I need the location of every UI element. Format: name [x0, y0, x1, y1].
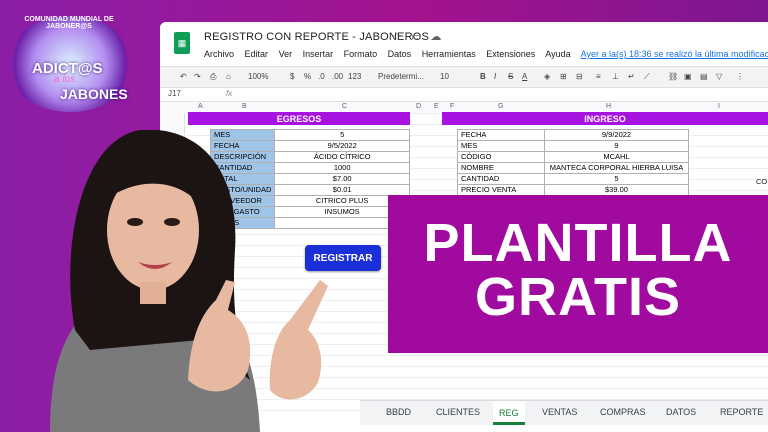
- bold-button[interactable]: B: [480, 72, 486, 81]
- form-row: CANTIDAD 5: [457, 173, 689, 185]
- folder-icon[interactable]: ▭: [411, 31, 421, 43]
- filter-icon[interactable]: ▽: [716, 72, 722, 81]
- column-header[interactable]: D: [416, 103, 421, 110]
- truncated-cell[interactable]: CO: [756, 177, 767, 186]
- column-header[interactable]: A: [198, 103, 203, 110]
- ingreso-header: INGRESO: [442, 112, 768, 125]
- link-icon[interactable]: ⛓: [668, 72, 678, 81]
- currency-button[interactable]: $: [290, 72, 294, 81]
- promo-banner: PLANTILLA GRATIS: [388, 195, 768, 353]
- column-header[interactable]: I: [718, 103, 720, 110]
- cell-reference[interactable]: J17: [168, 89, 181, 98]
- undo-icon[interactable]: ↶: [180, 72, 187, 81]
- percent-button[interactable]: %: [304, 72, 311, 81]
- star-icon[interactable]: ☆: [392, 31, 402, 43]
- zoom-select[interactable]: 100%: [248, 72, 268, 81]
- menu-ayuda[interactable]: Ayuda: [545, 49, 570, 59]
- field-label: FECHA: [457, 129, 545, 141]
- form-row: NOMBRE MANTECA CORPORAL HIERBA LUISA: [457, 162, 689, 174]
- tab-reg[interactable]: REG: [493, 401, 525, 425]
- column-header[interactable]: E: [434, 103, 439, 110]
- toolbar: ↶ ↷ ⎙ ⌂ 100% $ % .0 .00 123 Predetermi..…: [160, 66, 768, 88]
- fx-icon: fx: [226, 89, 233, 98]
- form-row: MES 9: [457, 140, 689, 152]
- formula-bar: J17 fx: [160, 87, 768, 102]
- tab-datos[interactable]: DATOS: [666, 407, 696, 417]
- form-row: CÓDIGO MCAHL: [457, 151, 689, 163]
- menu-bar: Archivo Editar Ver Insertar Formato Dato…: [204, 49, 768, 59]
- more-formats-button[interactable]: 123: [348, 72, 361, 81]
- field-value[interactable]: MCAHL: [544, 151, 689, 163]
- italic-button[interactable]: I: [494, 72, 496, 81]
- tab-bbdd[interactable]: BBDD: [386, 407, 411, 417]
- column-header[interactable]: G: [498, 103, 503, 110]
- menu-archivo[interactable]: Archivo: [204, 49, 234, 59]
- more-icon[interactable]: ⋮: [736, 72, 744, 81]
- sheets-logo-icon[interactable]: ▦: [174, 32, 190, 54]
- field-label: NOMBRE: [457, 162, 545, 174]
- column-header[interactable]: C: [342, 103, 347, 110]
- valign-icon[interactable]: ⊥: [612, 72, 619, 81]
- sheet-tabs: BBDD CLIENTES REG VENTAS COMPRAS DATOS R…: [360, 400, 768, 425]
- paint-format-icon[interactable]: ⌂: [226, 72, 231, 81]
- merge-icon[interactable]: ⊟: [576, 72, 583, 81]
- tab-compras[interactable]: COMPRAS: [600, 407, 646, 417]
- field-label: CÓDIGO: [457, 151, 545, 163]
- column-header[interactable]: F: [450, 103, 454, 110]
- menu-editar[interactable]: Editar: [245, 49, 269, 59]
- promo-line-1: PLANTILLA: [423, 213, 733, 273]
- last-edit-link[interactable]: Ayer a la(s) 18:36 se realizó la última …: [581, 49, 768, 59]
- logo-ring-text: COMUNIDAD MUNDIAL DE JABONER@S: [24, 16, 114, 30]
- menu-datos[interactable]: Datos: [388, 49, 412, 59]
- form-row: PRECIO VENTA $39.00: [457, 184, 689, 196]
- menu-herramientas[interactable]: Herramientas: [422, 49, 476, 59]
- field-label: PRECIO VENTA: [457, 184, 545, 196]
- tab-ventas[interactable]: VENTAS: [542, 407, 577, 417]
- field-value[interactable]: 5: [544, 173, 689, 185]
- fill-color-icon[interactable]: ◈: [544, 72, 550, 81]
- tab-clientes[interactable]: CLIENTES: [436, 407, 480, 417]
- column-header[interactable]: B: [242, 103, 247, 110]
- field-label: CANTIDAD: [457, 173, 545, 185]
- cloud-icon[interactable]: ☁: [430, 31, 441, 43]
- increase-decimal-button[interactable]: .00: [332, 72, 343, 81]
- menu-formato[interactable]: Formato: [344, 49, 378, 59]
- menu-extensiones[interactable]: Extensiones: [486, 49, 535, 59]
- align-icon[interactable]: ≡: [596, 72, 601, 81]
- menu-insertar[interactable]: Insertar: [303, 49, 334, 59]
- egresos-header: EGRESOS: [188, 112, 410, 125]
- column-header[interactable]: H: [606, 103, 611, 110]
- title-icons: ☆ ▭ ☁: [392, 30, 447, 43]
- logo-line-2: a los: [54, 74, 76, 85]
- form-row: FECHA 9/9/2022: [457, 129, 689, 141]
- community-logo: COMUNIDAD MUNDIAL DE JABONER@S ADICT@S a…: [6, 16, 134, 112]
- comment-icon[interactable]: ▣: [684, 72, 692, 81]
- wrap-icon[interactable]: ↵: [628, 72, 635, 81]
- tab-reporte[interactable]: REPORTE: [720, 407, 763, 417]
- field-label: MES: [457, 140, 545, 152]
- font-size-select[interactable]: 10: [440, 72, 449, 81]
- title-bar: ▦ REGISTRO CON REPORTE - JABONEROS ☆ ▭ ☁…: [160, 22, 768, 64]
- field-value[interactable]: 9/9/2022: [544, 129, 689, 141]
- logo-line-3: JABONES: [60, 86, 128, 102]
- promo-line-2: GRATIS: [475, 267, 681, 327]
- field-value[interactable]: MANTECA CORPORAL HIERBA LUISA: [544, 162, 689, 174]
- strikethrough-button[interactable]: S: [508, 72, 513, 81]
- menu-ver[interactable]: Ver: [279, 49, 293, 59]
- text-color-button[interactable]: A: [522, 72, 527, 81]
- redo-icon[interactable]: ↷: [194, 72, 201, 81]
- borders-icon[interactable]: ⊞: [560, 72, 567, 81]
- print-icon[interactable]: ⎙: [210, 72, 216, 82]
- decrease-decimal-button[interactable]: .0: [318, 72, 325, 81]
- ingreso-form: FECHA 9/9/2022 MES 9 CÓDIGO MCAHL NOMBRE MANTEC…: [457, 129, 689, 196]
- field-value[interactable]: 9: [544, 140, 689, 152]
- chart-icon[interactable]: ▤: [700, 72, 708, 81]
- field-value[interactable]: $39.00: [544, 184, 689, 196]
- rotate-icon[interactable]: ⟋: [644, 72, 650, 82]
- font-select[interactable]: Predetermi...: [378, 72, 424, 81]
- presenter-photo: [50, 130, 328, 432]
